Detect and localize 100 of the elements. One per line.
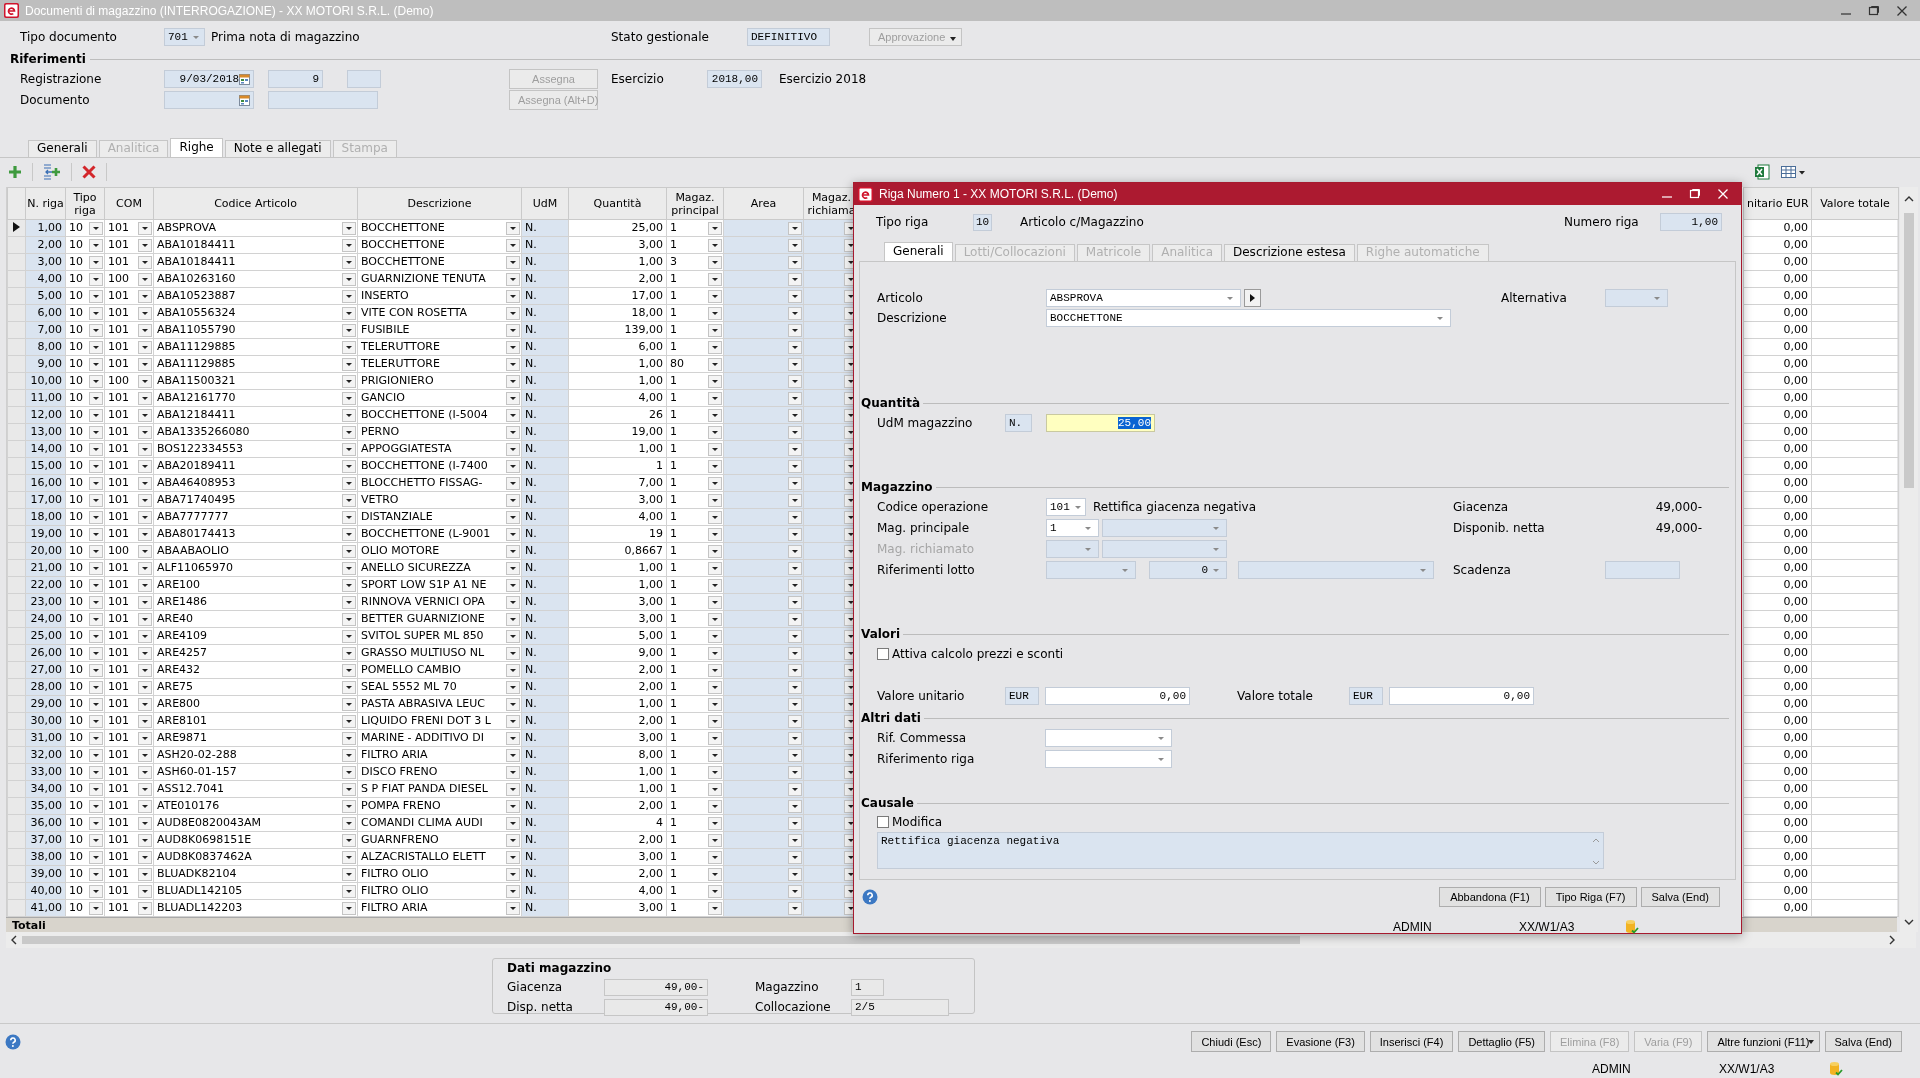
dropdown-button[interactable]: [89, 884, 103, 898]
dropdown-button[interactable]: [506, 765, 520, 779]
button[interactable]: Altre funzioni (F11): [1707, 1031, 1820, 1052]
dropdown-button[interactable]: [708, 527, 722, 541]
checkbox[interactable]: [877, 816, 889, 828]
value-field[interactable]: 49,00-: [604, 998, 708, 1016]
column-header[interactable]: Magaz. principal: [666, 187, 724, 220]
dropdown-button[interactable]: [342, 306, 356, 320]
dropdown-button[interactable]: [342, 544, 356, 558]
dropdown-button[interactable]: [342, 391, 356, 405]
dropdown-button[interactable]: [506, 323, 520, 337]
dropdown-button[interactable]: [342, 493, 356, 507]
dropdown-button[interactable]: [89, 306, 103, 320]
dropdown-button[interactable]: [138, 306, 152, 320]
dropdown-button[interactable]: [89, 646, 103, 660]
dropdown-button[interactable]: [506, 578, 520, 592]
dropdown-button[interactable]: [138, 238, 152, 252]
column-header[interactable]: Descrizione: [357, 187, 522, 220]
dropdown-button[interactable]: [342, 442, 356, 456]
dropdown-button[interactable]: [89, 459, 103, 473]
dropdown-button[interactable]: [788, 561, 802, 575]
dropdown-button[interactable]: [506, 663, 520, 677]
dropdown-button[interactable]: [788, 629, 802, 643]
dropdown-button[interactable]: [708, 884, 722, 898]
dropdown-button[interactable]: [788, 663, 802, 677]
dropdown-button[interactable]: [788, 884, 802, 898]
dropdown-button[interactable]: [506, 289, 520, 303]
dropdown-button[interactable]: [506, 221, 520, 235]
tab[interactable]: Descrizione estesa: [1224, 244, 1355, 261]
dropdown-button[interactable]: [506, 527, 520, 541]
dropdown-button[interactable]: [708, 901, 722, 915]
spreadsheet-icon[interactable]: [1754, 164, 1770, 180]
date-field[interactable]: [164, 91, 254, 109]
dropdown-button[interactable]: [506, 782, 520, 796]
button[interactable]: Chiudi (Esc): [1191, 1031, 1272, 1052]
dropdown-button[interactable]: [506, 408, 520, 422]
dropdown-button[interactable]: [708, 612, 722, 626]
dropdown-button[interactable]: [89, 510, 103, 524]
dropdown-button[interactable]: [708, 306, 722, 320]
dropdown-button[interactable]: [788, 374, 802, 388]
dropdown-field[interactable]: 0: [1149, 561, 1227, 579]
dropdown-button[interactable]: [788, 238, 802, 252]
dropdown-button[interactable]: [89, 612, 103, 626]
dropdown-button[interactable]: [708, 493, 722, 507]
column-header[interactable]: UdM: [521, 187, 569, 220]
value-field[interactable]: 1: [851, 978, 884, 996]
dropdown-button[interactable]: [788, 782, 802, 796]
dropdown-button[interactable]: [138, 255, 152, 269]
dropdown-button[interactable]: [708, 459, 722, 473]
column-header[interactable]: COM: [104, 187, 154, 220]
dropdown-button[interactable]: [89, 748, 103, 762]
dropdown-button[interactable]: [708, 238, 722, 252]
dropdown-button[interactable]: [788, 510, 802, 524]
dropdown-field[interactable]: [1605, 289, 1668, 307]
dropdown-button[interactable]: [342, 833, 356, 847]
dropdown-button[interactable]: [138, 765, 152, 779]
dropdown-field[interactable]: BOCCHETTONE: [1046, 309, 1451, 327]
currency-field[interactable]: EUR: [1005, 687, 1039, 705]
dropdown-button[interactable]: [342, 612, 356, 626]
dropdown-button[interactable]: [89, 323, 103, 337]
dropdown-button[interactable]: [506, 544, 520, 558]
dropdown-button[interactable]: [89, 850, 103, 864]
dropdown-button[interactable]: [788, 391, 802, 405]
dropdown-button[interactable]: [506, 493, 520, 507]
dropdown-button[interactable]: [708, 221, 722, 235]
dropdown-button[interactable]: [89, 697, 103, 711]
dropdown-button[interactable]: [708, 391, 722, 405]
button[interactable]: Dettaglio (F5): [1458, 1031, 1545, 1052]
dropdown-button[interactable]: [342, 816, 356, 830]
dropdown-button[interactable]: [506, 612, 520, 626]
dropdown-button[interactable]: [138, 459, 152, 473]
dropdown-button[interactable]: [89, 442, 103, 456]
dropdown-button[interactable]: [708, 629, 722, 643]
dropdown-button[interactable]: [342, 340, 356, 354]
dropdown-button[interactable]: [342, 561, 356, 575]
dropdown-button[interactable]: [708, 833, 722, 847]
dropdown-button[interactable]: [138, 782, 152, 796]
dropdown-field[interactable]: [1046, 540, 1099, 558]
button[interactable]: Salva (End): [1824, 1031, 1902, 1052]
dropdown-button[interactable]: [708, 714, 722, 728]
dropdown-button[interactable]: [342, 714, 356, 728]
dropdown-button[interactable]: [89, 782, 103, 796]
dropdown-button[interactable]: [89, 340, 103, 354]
dropdown-button[interactable]: [788, 901, 802, 915]
dropdown-button[interactable]: [506, 901, 520, 915]
dropdown-button[interactable]: [342, 748, 356, 762]
calendar-icon[interactable]: [239, 73, 250, 85]
dropdown-button[interactable]: [708, 731, 722, 745]
dropdown-button[interactable]: [788, 340, 802, 354]
dropdown-button[interactable]: [89, 595, 103, 609]
dropdown-button[interactable]: [708, 289, 722, 303]
quantity-field[interactable]: 25,00: [1046, 414, 1155, 432]
dropdown-button[interactable]: [708, 425, 722, 439]
dropdown-button[interactable]: [788, 850, 802, 864]
dropdown-button[interactable]: [708, 765, 722, 779]
navigate-button[interactable]: [1244, 289, 1261, 307]
input-field[interactable]: [347, 70, 381, 88]
dropdown-button[interactable]: [89, 391, 103, 405]
dropdown-button[interactable]: [89, 408, 103, 422]
dropdown-button[interactable]: [788, 612, 802, 626]
